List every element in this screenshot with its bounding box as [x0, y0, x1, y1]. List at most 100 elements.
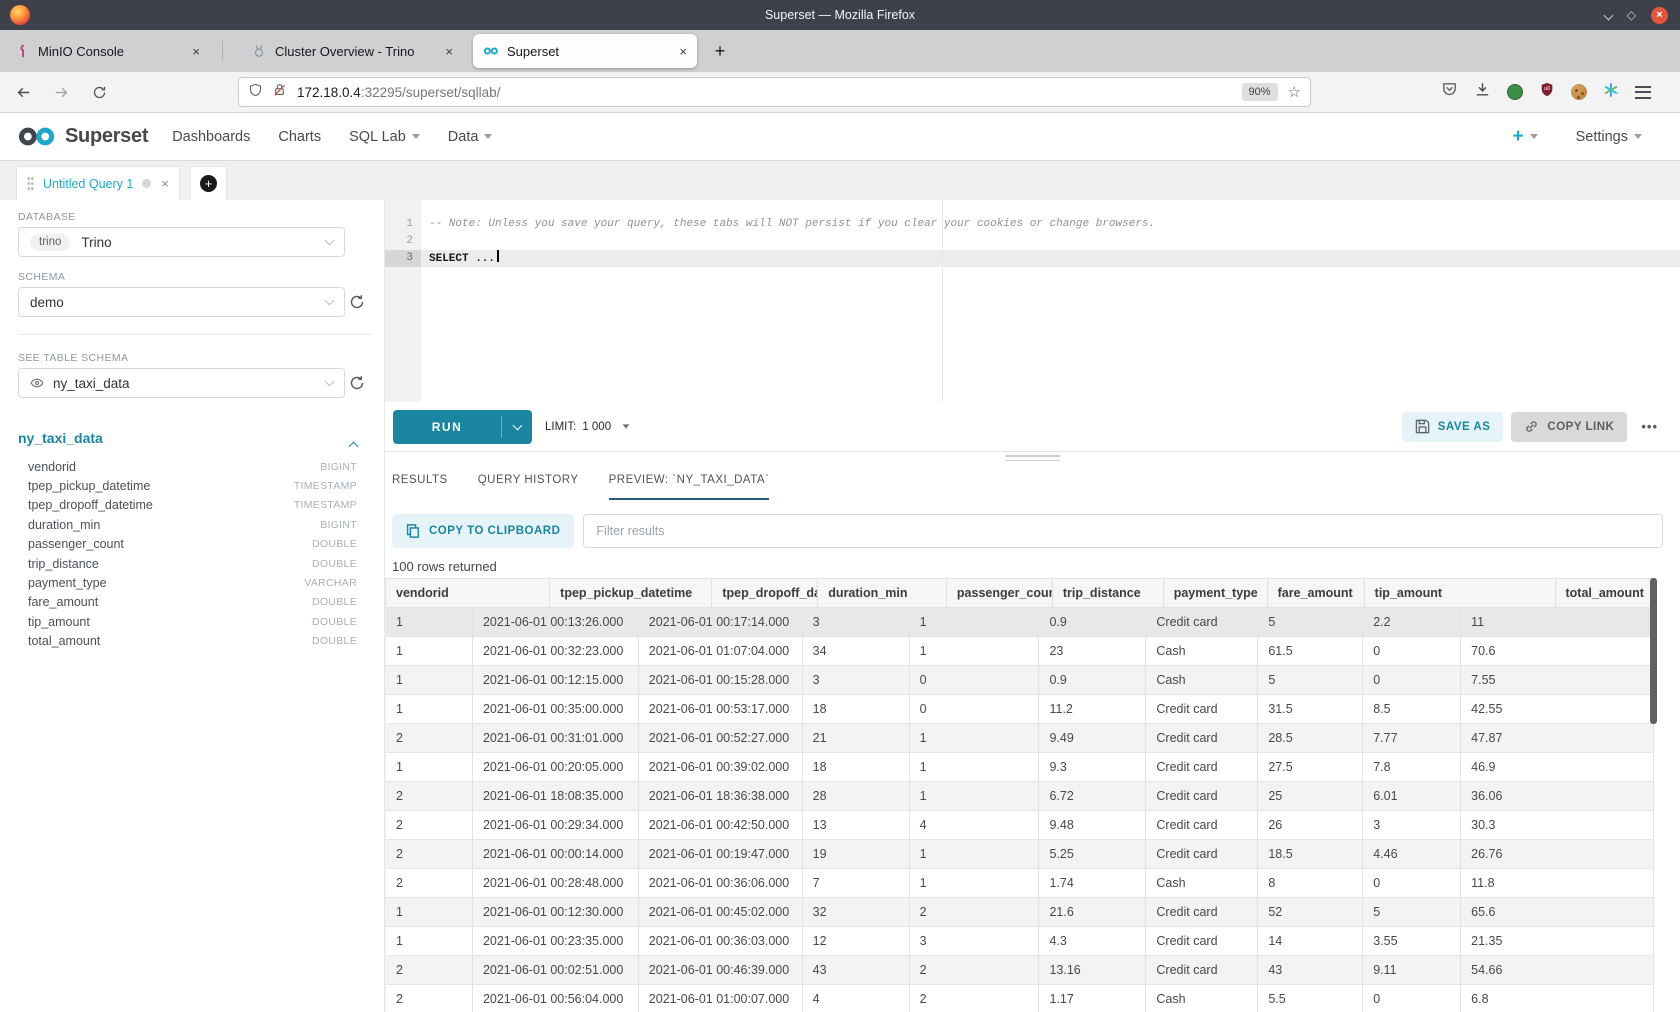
tab-close-icon[interactable]: × — [182, 44, 200, 59]
forward-button[interactable] — [46, 78, 76, 106]
column-header-cell[interactable]: tip_amount — [1365, 579, 1556, 607]
column-header-cell[interactable]: duration_min — [818, 579, 947, 607]
new-item-plus-menu[interactable]: + — [1512, 126, 1537, 148]
browser-tab-minio[interactable]: MinIO Console × — [4, 34, 210, 68]
query-tab-close-icon[interactable]: × — [161, 176, 169, 191]
table-row[interactable]: 2 2021-06-01 00:02:51.000 2021-06-01 00:… — [385, 956, 1654, 985]
cookie-extension-icon[interactable] — [1571, 84, 1587, 100]
asterisk-extension-icon[interactable] — [1603, 82, 1619, 103]
tab-results[interactable]: RESULTS — [392, 474, 448, 500]
tab-separator — [222, 41, 223, 61]
table-scrollbar-thumb[interactable] — [1650, 578, 1657, 724]
save-as-button[interactable]: SAVE AS — [1402, 412, 1504, 442]
drag-dots-icon[interactable] — [27, 176, 34, 191]
tracking-shield-icon[interactable] — [248, 82, 263, 103]
table-row[interactable]: 2 2021-06-01 18:08:35.000 2021-06-01 18:… — [385, 782, 1654, 811]
window-close-button[interactable]: × — [1651, 7, 1668, 24]
nav-item-sql-lab[interactable]: SQL Lab — [349, 129, 420, 145]
pane-drag-handle[interactable] — [1005, 455, 1060, 464]
table-row[interactable]: 1 2021-06-01 00:12:15.000 2021-06-01 00:… — [385, 666, 1654, 695]
refresh-tables-icon[interactable] — [349, 375, 365, 391]
table-row[interactable]: 1 2021-06-01 00:32:23.000 2021-06-01 01:… — [385, 637, 1654, 666]
column-header-cell[interactable]: vendorid — [386, 579, 550, 607]
table-row[interactable]: 2 2021-06-01 00:31:01.000 2021-06-01 00:… — [385, 724, 1654, 753]
tab-close-icon[interactable]: × — [435, 44, 453, 59]
limit-dropdown[interactable]: LIMIT: 1 000 — [545, 421, 630, 433]
column-header-cell[interactable]: payment_type — [1164, 579, 1268, 607]
filter-results-input[interactable] — [583, 514, 1663, 548]
cell-pickup-datetime: 2021-06-01 18:08:35.000 — [473, 782, 639, 810]
cell-total-amount: 6.8 — [1461, 985, 1654, 1012]
bookmark-star-icon[interactable]: ☆ — [1288, 83, 1301, 101]
ublock-shield-icon[interactable]: u0 — [1539, 81, 1555, 103]
brand-name: Superset — [65, 125, 148, 148]
menu-hamburger-icon[interactable] — [1635, 86, 1651, 99]
back-button[interactable] — [8, 78, 38, 106]
insecure-lock-icon[interactable] — [272, 82, 287, 103]
nav-item-dashboards[interactable]: Dashboards — [172, 129, 250, 145]
sqllab-sidebar: DATABASE trino Trino SCHEMA demo SEE TAB… — [0, 200, 385, 1012]
copy-to-clipboard-button[interactable]: COPY TO CLIPBOARD — [392, 514, 574, 548]
browser-tab-superset-active[interactable]: Superset × — [473, 34, 697, 68]
query-state-dot — [142, 179, 151, 188]
column-header-cell[interactable]: total_amount — [1556, 579, 1655, 607]
new-tab-button[interactable]: + — [705, 36, 735, 66]
schema-select[interactable]: demo — [18, 287, 345, 317]
cell-total-amount: 11.8 — [1461, 869, 1654, 897]
tab-query-history[interactable]: QUERY HISTORY — [478, 474, 579, 500]
window-menu-chevron-icon[interactable] — [1605, 6, 1612, 24]
column-header-cell[interactable]: tpep_pickup_datetime — [550, 579, 712, 607]
nav-item-charts[interactable]: Charts — [278, 129, 321, 145]
table-row[interactable]: 1 2021-06-01 00:13:26.000 2021-06-01 00:… — [385, 608, 1654, 637]
window-restore-icon[interactable]: ◇ — [1627, 9, 1636, 21]
zoom-level-badge[interactable]: 90% — [1242, 83, 1278, 101]
table-schema-select[interactable]: ny_taxi_data — [18, 368, 345, 398]
table-row[interactable]: 2 2021-06-01 00:28:48.000 2021-06-01 00:… — [385, 869, 1654, 898]
query-tab-active[interactable]: Untitled Query 1 × — [16, 166, 180, 200]
tab-close-icon[interactable]: × — [669, 44, 687, 59]
settings-menu[interactable]: Settings — [1576, 129, 1642, 145]
database-select[interactable]: trino Trino — [18, 227, 345, 257]
column-header-cell[interactable]: fare_amount — [1268, 579, 1365, 607]
superset-logo[interactable]: Superset — [16, 125, 148, 148]
cell-vendorid: 1 — [386, 637, 473, 665]
window-title: Superset — Mozilla Firefox — [0, 8, 1680, 22]
privacy-badger-icon[interactable] — [1507, 84, 1523, 100]
table-column-row: vendorid BIGINT — [28, 457, 357, 476]
table-row[interactable]: 2 2021-06-01 00:56:04.000 2021-06-01 01:… — [385, 985, 1654, 1012]
copy-link-button[interactable]: COPY LINK — [1511, 412, 1627, 442]
table-row[interactable]: 1 2021-06-01 00:20:05.000 2021-06-01 00:… — [385, 753, 1654, 782]
column-header-cell[interactable]: passenger_count — [947, 579, 1053, 607]
sql-editor[interactable]: 1 2 3 -- Note: Unless you save your quer… — [385, 200, 1680, 402]
run-query-button[interactable]: RUN — [393, 410, 532, 444]
collapse-table-icon[interactable] — [350, 437, 357, 455]
cell-payment-type: Credit card — [1146, 608, 1258, 636]
table-schema-title[interactable]: ny_taxi_data — [18, 430, 103, 446]
cell-dropoff-datetime: 2021-06-01 00:53:17.000 — [639, 695, 803, 723]
cell-fare-amount: 26 — [1258, 811, 1363, 839]
downloads-icon[interactable] — [1474, 81, 1491, 103]
add-query-tab-button[interactable]: + — [190, 166, 227, 200]
pocket-icon[interactable] — [1441, 81, 1458, 103]
cell-vendorid: 1 — [386, 753, 473, 781]
cell-payment-type: Credit card — [1146, 840, 1258, 868]
run-options-chevron[interactable] — [502, 410, 532, 444]
url-bar[interactable]: 172.18.0.4:32295/superset/sqllab/ 90% ☆ — [238, 77, 1311, 107]
nav-item-data[interactable]: Data — [448, 129, 493, 145]
cell-tip-amount: 2.2 — [1363, 608, 1461, 636]
cell-payment-type: Cash — [1146, 869, 1258, 897]
table-row[interactable]: 1 2021-06-01 00:12:30.000 2021-06-01 00:… — [385, 898, 1654, 927]
reload-button[interactable] — [84, 78, 114, 106]
table-row[interactable]: 1 2021-06-01 00:23:35.000 2021-06-01 00:… — [385, 927, 1654, 956]
tab-preview-active[interactable]: PREVIEW: `NY_TAXI_DATA` — [609, 474, 770, 500]
column-header-cell[interactable]: tpep_dropoff_datetime — [712, 579, 818, 607]
table-row[interactable]: 1 2021-06-01 00:35:00.000 2021-06-01 00:… — [385, 695, 1654, 724]
cell-vendorid: 2 — [386, 869, 473, 897]
column-header-cell[interactable]: trip_distance — [1053, 579, 1164, 607]
refresh-schemas-icon[interactable] — [349, 294, 365, 310]
table-row[interactable]: 2 2021-06-01 00:29:34.000 2021-06-01 00:… — [385, 811, 1654, 840]
cell-pickup-datetime: 2021-06-01 00:02:51.000 — [473, 956, 639, 984]
browser-tab-trino[interactable]: Cluster Overview - Trino × — [241, 34, 463, 68]
table-row[interactable]: 2 2021-06-01 00:00:14.000 2021-06-01 00:… — [385, 840, 1654, 869]
more-actions-button[interactable]: ••• — [1635, 419, 1664, 434]
